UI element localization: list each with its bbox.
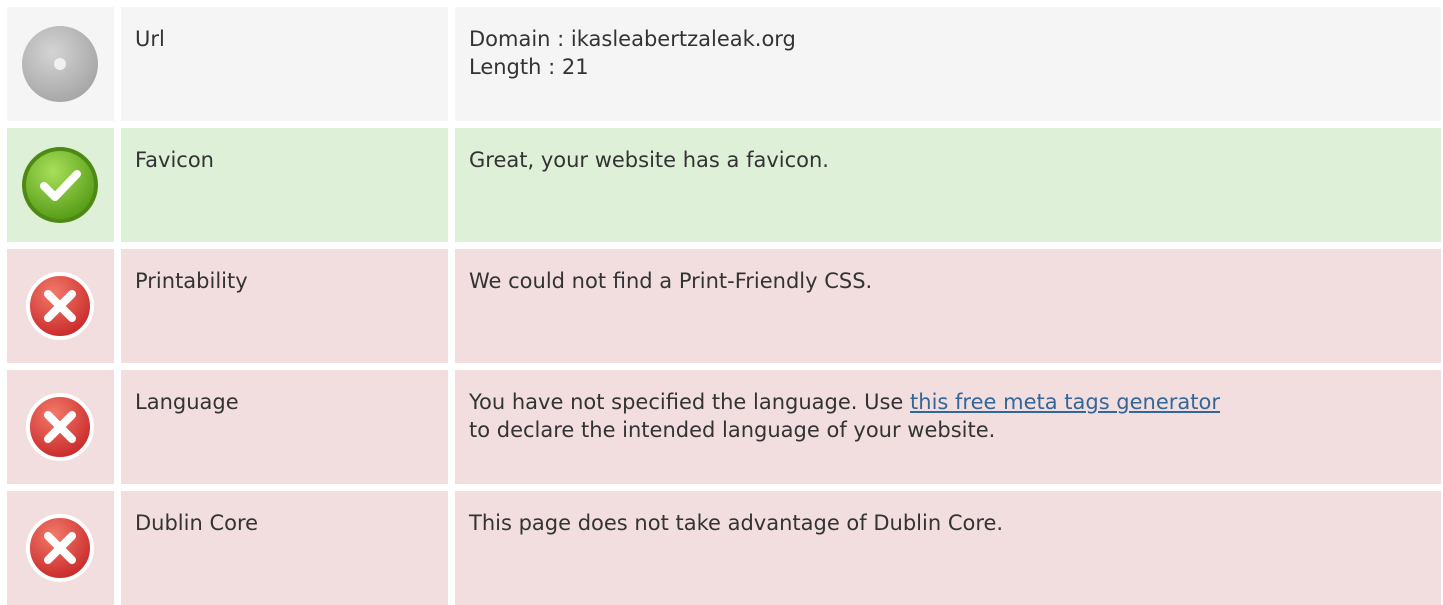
row-value: You have not specified the language. Use… [469,388,1441,444]
label-cell: Favicon [121,128,448,242]
value-cell: Great, your website has a favicon. [455,128,1441,242]
value-cell: We could not find a Print-Friendly CSS. [455,249,1441,363]
result-row-url: Url Domain : ikasleabertzaleak.org Lengt… [7,7,1441,121]
length-line: Length : 21 [469,55,589,79]
row-value: Domain : ikasleabertzaleak.org Length : … [469,25,1441,81]
value-cell: This page does not take advantage of Dub… [455,491,1441,605]
error-x-icon [20,387,100,467]
error-x-icon [20,266,100,346]
row-label: Printability [135,269,248,293]
result-text-before: You have not specified the language. Use [469,390,911,414]
row-label: Dublin Core [135,511,259,535]
row-value: We could not find a Print-Friendly CSS. [469,267,1441,295]
result-row-dublin-core: Dublin Core This page does not take adva… [7,491,1441,605]
row-value: This page does not take advantage of Dub… [469,509,1441,537]
status-cell [7,491,114,605]
row-label: Favicon [135,148,214,172]
result-text: This page does not take advantage of Dub… [469,511,1004,535]
result-text: Great, your website has a favicon. [469,148,829,172]
check-circle-icon [20,145,100,225]
label-cell: Printability [121,249,448,363]
label-cell: Url [121,7,448,121]
status-cell [7,7,114,121]
row-label: Language [135,390,239,414]
result-text: We could not find a Print-Friendly CSS. [469,269,873,293]
status-cell [7,249,114,363]
row-value: Great, your website has a favicon. [469,146,1441,174]
result-row-printability: Printability We could not find a Print-F… [7,249,1441,363]
value-cell: Domain : ikasleabertzaleak.org Length : … [455,7,1441,121]
row-label: Url [135,27,165,51]
value-cell: You have not specified the language. Use… [455,370,1441,484]
domain-line: Domain : ikasleabertzaleak.org [469,27,796,51]
status-cell [7,128,114,242]
result-row-favicon: Favicon Great, your website has a favico… [7,128,1441,242]
neutral-disc-icon [20,24,100,104]
result-text-after: to declare the intended language of your… [469,418,996,442]
meta-tags-generator-link[interactable]: this free meta tags generator [910,390,1220,414]
label-cell: Dublin Core [121,491,448,605]
result-row-language: Language You have not specified the lang… [7,370,1441,484]
status-cell [7,370,114,484]
error-x-icon [20,508,100,588]
result-text-line-1: You have not specified the language. Use… [469,388,1441,416]
label-cell: Language [121,370,448,484]
